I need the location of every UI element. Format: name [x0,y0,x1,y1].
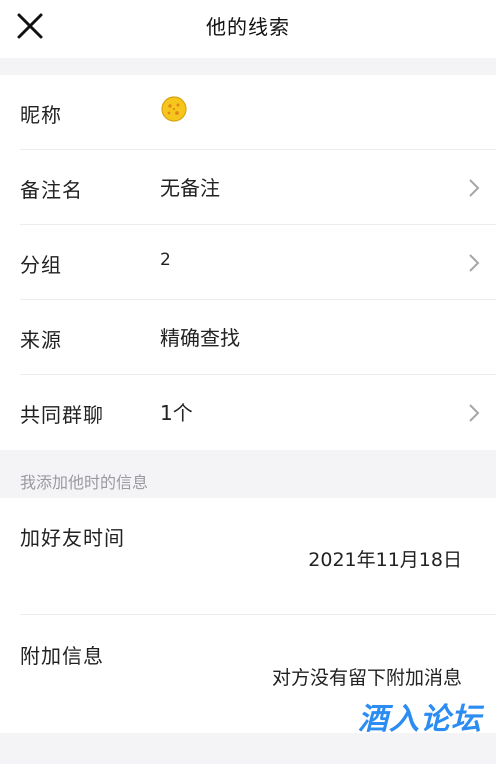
add-time-value: 2021年11月18日 [308,549,462,571]
common-groups-row[interactable]: 共同群聊 1个 [0,375,496,450]
common-groups-value: 1个 [160,401,193,425]
remark-name-label: 备注名 [20,178,83,202]
nickname-row: 昵称 [0,75,496,150]
remark-name-row[interactable]: 备注名 无备注 [0,150,496,225]
group-row[interactable]: 分组 2 [0,225,496,300]
source-value: 精确查找 [160,326,240,350]
remark-name-value: 无备注 [160,176,220,200]
nickname-label: 昵称 [20,103,62,127]
page-title: 他的线索 [206,15,290,39]
contact-info-card: 昵称 备注名 无备注 分组 2 来源 精确查找 共同群聊 1个 [0,75,496,450]
extra-message-value: 对方没有留下附加消息 [271,667,462,689]
chevron-right-icon [469,254,480,272]
source-label: 来源 [20,328,62,352]
row-divider [20,614,496,615]
top-bar: 他的线索 [0,0,496,58]
chevron-right-icon [469,179,480,197]
yellow-emoji-icon [161,96,187,122]
source-row: 来源 精确查找 [0,300,496,375]
extra-message-label: 附加信息 [20,644,104,668]
chevron-right-icon [469,404,480,422]
group-label: 分组 [20,253,62,277]
group-value: 2 [160,250,171,270]
forum-watermark: 酒入论坛 [358,702,482,737]
add-time-label: 加好友时间 [20,526,125,550]
add-time-row: 加好友时间 2021年11月18日 [0,498,496,615]
common-groups-label: 共同群聊 [20,403,104,427]
section-header: 我添加他时的信息 [20,473,149,492]
